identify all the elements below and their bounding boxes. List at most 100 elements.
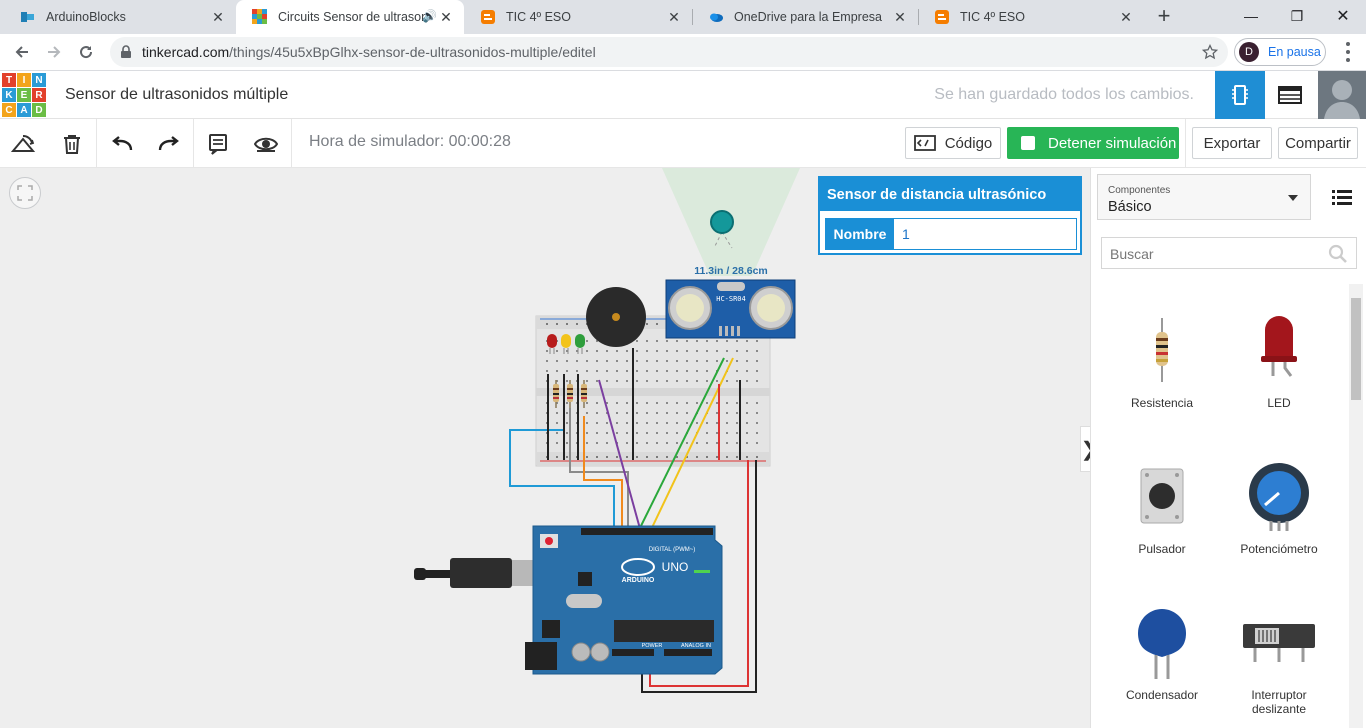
close-tab-icon[interactable]: ✕ (666, 9, 682, 25)
back-icon[interactable] (8, 38, 36, 66)
analog-header-label: ANALOG IN (681, 643, 711, 649)
browser-tab-arduinoblocks[interactable]: ArduinoBlocks ✕ (4, 0, 236, 34)
led-icon (1261, 316, 1297, 377)
logo-letter: I (17, 73, 31, 87)
close-tab-icon[interactable]: ✕ (438, 9, 454, 25)
user-silhouette-icon (1318, 71, 1366, 119)
browser-tab-tic-2[interactable]: TIC 4º ESO ✕ (918, 0, 1144, 34)
close-tab-icon[interactable]: ✕ (1118, 9, 1134, 25)
share-button[interactable]: Compartir (1278, 127, 1358, 159)
window-close-icon[interactable]: ✕ (1320, 0, 1366, 32)
bookmark-star-icon[interactable] (1202, 44, 1218, 60)
project-title[interactable]: Sensor de ultrasonidos múltiple (65, 86, 288, 104)
blogger-favicon-icon (935, 10, 949, 24)
url-input[interactable]: tinkercad.com/things/45u5xBpGlhx-sensor-… (110, 37, 1228, 67)
arduinoblocks-favicon-icon (21, 12, 34, 22)
tab-title: ArduinoBlocks (46, 10, 126, 24)
part-led[interactable]: LED (1224, 304, 1334, 410)
close-tab-icon[interactable]: ✕ (892, 9, 908, 25)
part-pushbutton[interactable]: Pulsador (1107, 450, 1217, 556)
pushbutton-icon (1140, 468, 1184, 524)
components-panel: Componentes Básico Buscar Resistencia LE… (1090, 168, 1366, 728)
circuit-workspace[interactable]: 11.3in / 28.6cm HC-SR04 ARDUINO UNO DIGI… (0, 168, 1090, 728)
tinkercad-logo[interactable]: T I N K E R C A D (2, 73, 46, 117)
reload-icon[interactable] (72, 38, 100, 66)
list-view-icon[interactable] (1327, 182, 1357, 212)
speaker-icon: 🔊 (422, 9, 437, 23)
browser-menu-icon[interactable] (1340, 42, 1356, 62)
new-tab-icon[interactable]: + (1152, 5, 1176, 29)
forward-icon[interactable] (40, 38, 68, 66)
rotate-icon[interactable] (9, 129, 39, 159)
table-icon (1278, 86, 1302, 104)
browser-tab-strip: ArduinoBlocks ✕ Circuits Sensor de ultra… (0, 0, 1366, 34)
part-label: Condensador (1125, 688, 1199, 702)
panel-scrollbar[interactable] (1349, 284, 1363, 728)
arduino-model-label: UNO (662, 560, 689, 574)
part-resistor[interactable]: Resistencia (1107, 304, 1217, 410)
components-dropdown-label: Componentes (1108, 185, 1171, 196)
part-slide-switch[interactable]: Interruptor deslizante (1224, 596, 1334, 716)
url-path: /things/45u5xBpGlhx-sensor-de-ultrasonid… (229, 44, 596, 60)
logo-letter: E (17, 88, 31, 102)
tinkercad-favicon-icon (252, 9, 267, 24)
collapse-panel-icon[interactable]: ❯ (1080, 426, 1090, 472)
profile-status: En pausa (1268, 45, 1321, 59)
url-text: tinkercad.com/things/45u5xBpGlhx-sensor-… (142, 44, 596, 60)
browser-tab-circuits[interactable]: Circuits Sensor de ultrason 🔊 ✕ (236, 0, 464, 34)
search-icon (1328, 244, 1347, 263)
share-label: Compartir (1285, 134, 1351, 152)
editor-toolbar: Hora de simulador: 00:00:28 Código Deten… (0, 119, 1366, 168)
sensor-target-object[interactable] (710, 210, 734, 234)
toolbar-divider (96, 119, 97, 168)
part-label: Interruptor deslizante (1251, 688, 1307, 716)
code-editor-icon (913, 135, 936, 151)
browser-tab-tic-1[interactable]: TIC 4º ESO ✕ (464, 0, 692, 34)
scrollbar-thumb[interactable] (1351, 298, 1361, 400)
parts-search-input[interactable]: Buscar (1101, 237, 1357, 269)
potentiometer-icon (1249, 463, 1309, 531)
components-dropdown-value: Básico (1108, 199, 1152, 215)
circuit-view-button[interactable] (1215, 71, 1265, 119)
name-field-input[interactable]: 1 (894, 219, 1076, 249)
export-button[interactable]: Exportar (1192, 127, 1272, 159)
code-button[interactable]: Código (905, 127, 1001, 159)
undo-icon[interactable] (107, 129, 137, 159)
components-dropdown[interactable]: Componentes Básico (1097, 174, 1311, 220)
lock-icon (121, 45, 131, 58)
tab-title: TIC 4º ESO (960, 10, 1025, 24)
close-tab-icon[interactable]: ✕ (210, 9, 226, 25)
toolbar-divider (291, 119, 292, 168)
profile-button[interactable]: D En pausa (1234, 38, 1326, 66)
component-inspector: Sensor de distancia ultrasónico Nombre 1 (818, 176, 1082, 255)
browser-tab-onedrive[interactable]: OneDrive para la Empresa ✕ (692, 0, 918, 34)
export-label: Exportar (1203, 134, 1261, 152)
chevron-down-icon (1288, 195, 1298, 201)
schematic-view-button[interactable] (1265, 71, 1315, 119)
notes-icon[interactable] (203, 129, 233, 159)
power-header-label: POWER (642, 643, 663, 649)
user-avatar[interactable] (1318, 71, 1366, 119)
stop-simulation-button[interactable]: Detener simulación (1007, 127, 1179, 159)
distance-readout: 11.3in / 28.6cm (694, 265, 768, 277)
tab-title: TIC 4º ESO (506, 10, 571, 24)
redo-icon[interactable] (154, 129, 184, 159)
tab-title: Circuits Sensor de ultrason (278, 10, 428, 24)
logo-letter: A (17, 103, 31, 117)
logo-letter: R (32, 88, 46, 102)
visibility-icon[interactable] (251, 129, 281, 159)
logo-letter: D (32, 103, 46, 117)
chip-icon (1232, 85, 1248, 105)
piezo-buzzer[interactable] (586, 287, 646, 347)
arduino-uno-board[interactable]: ARDUINO UNO DIGITAL (PWM~) POWER ANALOG … (525, 525, 723, 675)
arduino-brand-label: ARDUINO (622, 577, 655, 584)
part-capacitor[interactable]: Condensador (1107, 596, 1217, 702)
ultrasonic-sensor[interactable]: HC-SR04 (665, 279, 796, 339)
logo-letter: T (2, 73, 16, 87)
restore-icon[interactable]: ❐ (1274, 0, 1320, 32)
part-potentiometer[interactable]: Potenciómetro (1224, 450, 1334, 556)
part-label: LED (1267, 396, 1291, 410)
delete-icon[interactable] (57, 129, 87, 159)
sensor-model-label: HC-SR04 (716, 295, 746, 303)
minimize-icon[interactable]: — (1228, 0, 1274, 32)
